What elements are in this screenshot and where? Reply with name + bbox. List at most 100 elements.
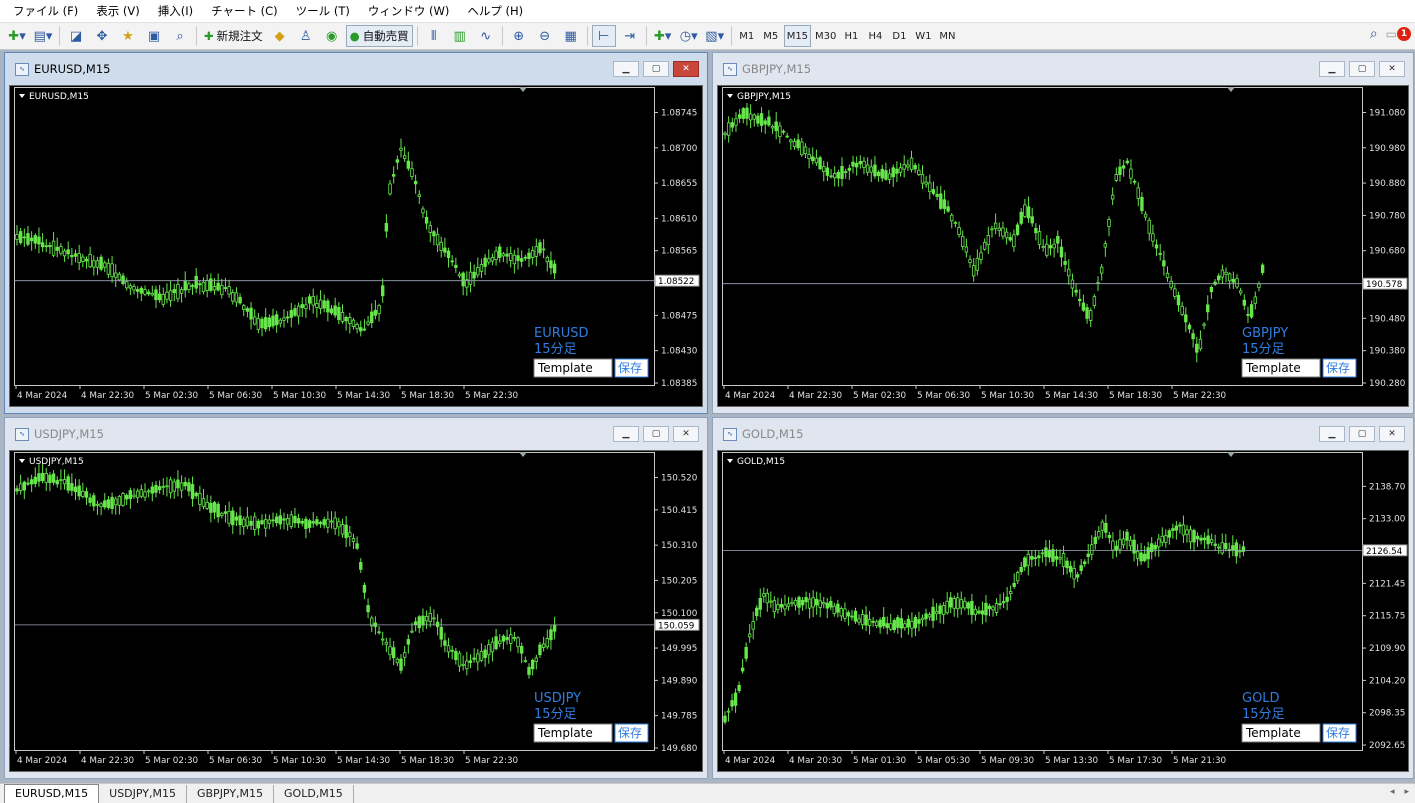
- tile-windows-icon[interactable]: ▦: [559, 25, 583, 47]
- tab-gold[interactable]: GOLD,M15: [274, 785, 354, 803]
- line-chart-icon[interactable]: ∿: [474, 25, 498, 47]
- chart-window-gold[interactable]: ∿ GOLD,M15 ▁ ▢ ✕ GOLD,M15 2138.70 2133.00 2…: [712, 417, 1414, 779]
- new-order-button[interactable]: ✚ 新規注文: [201, 25, 266, 47]
- candle-body: [889, 623, 893, 630]
- price-chart[interactable]: GOLD,M15 2138.70 2133.00 2121.45 2115.75 2109…: [718, 451, 1412, 775]
- timeframe-h1[interactable]: H1: [840, 25, 862, 47]
- window-titlebar[interactable]: ∿ GBPJPY,M15 ▁ ▢ ✕: [713, 53, 1413, 85]
- chart-shift-marker[interactable]: [519, 452, 527, 457]
- minimize-button[interactable]: ▁: [1319, 61, 1345, 77]
- metaeditor-icon[interactable]: ◆: [268, 25, 292, 47]
- zoom-out-icon[interactable]: ⊖: [533, 25, 557, 47]
- chart-shift-marker[interactable]: [1227, 452, 1235, 457]
- chart-window-usdjpy[interactable]: ∿ USDJPY,M15 ▁ ▢ ✕ USDJPY,M15 150.520 150.…: [4, 417, 708, 779]
- chart-shift-marker[interactable]: [1227, 87, 1235, 92]
- window-titlebar[interactable]: ∿ USDJPY,M15 ▁ ▢ ✕: [5, 418, 707, 450]
- menu-chart[interactable]: チャート (C): [202, 0, 287, 22]
- search-icon[interactable]: ⌕: [1370, 26, 1378, 42]
- menu-insert[interactable]: 挿入(I): [149, 0, 202, 22]
- maximize-button[interactable]: ▢: [643, 61, 669, 77]
- chart-area[interactable]: EURUSD,M15 1.08745 1.08700 1.08655 1.08610 1.…: [9, 85, 703, 407]
- candle-body: [774, 121, 778, 132]
- current-price-label: 150.059: [658, 621, 694, 631]
- menu-tools[interactable]: ツール (T): [287, 0, 359, 22]
- candle-body: [530, 659, 535, 670]
- chart-menu-icon[interactable]: [727, 94, 733, 98]
- chart-window-eurusd[interactable]: ∿ EURUSD,M15 ▁ ▢ ✕ EURUSD,M15 1.08745 1.08…: [4, 52, 708, 414]
- candle-body: [1132, 180, 1137, 183]
- chart-menu-icon[interactable]: [19, 459, 25, 463]
- candle-body: [1118, 539, 1122, 550]
- window-titlebar[interactable]: ∿ EURUSD,M15 ▁ ▢ ✕: [5, 53, 707, 85]
- candle-body: [1209, 539, 1214, 543]
- market-watch-icon[interactable]: ◪: [64, 25, 88, 47]
- timeframe-m1[interactable]: M1: [736, 25, 758, 47]
- chart-area[interactable]: USDJPY,M15 150.520 150.415 150.310 150.205 15…: [9, 450, 703, 772]
- timeframe-m30[interactable]: M30: [813, 25, 838, 47]
- candle-body: [384, 641, 389, 645]
- candle-body: [454, 264, 458, 268]
- chart-shift-icon[interactable]: ⊢: [591, 25, 616, 47]
- candle-body: [413, 621, 418, 625]
- menu-file[interactable]: ファイル (F): [4, 0, 87, 22]
- candle-body: [1158, 253, 1162, 255]
- zoom-in-icon[interactable]: ⊕: [507, 25, 531, 47]
- templates-icon[interactable]: ▧▾: [703, 25, 727, 47]
- candle-body: [168, 290, 173, 301]
- candlestick-icon[interactable]: ▥: [448, 25, 472, 47]
- chart-area[interactable]: GBPJPY,M15 191.080 190.980 190.880 190.780 19…: [717, 85, 1409, 407]
- close-button[interactable]: ✕: [1379, 61, 1405, 77]
- timeframe-m15[interactable]: M15: [783, 25, 812, 47]
- candle-body: [519, 258, 524, 262]
- minimize-button[interactable]: ▁: [613, 426, 639, 442]
- new-chart-icon[interactable]: ✚ ▾: [5, 25, 29, 47]
- candle-body: [285, 518, 290, 525]
- chart-menu-icon[interactable]: [727, 459, 733, 463]
- timeframe-h4[interactable]: H4: [864, 25, 886, 47]
- timeframe-m5[interactable]: M5: [760, 25, 782, 47]
- candle-body: [157, 486, 162, 491]
- auto-trading-button[interactable]: ● 自動売買: [345, 25, 413, 47]
- tab-eurusd[interactable]: EURUSD,M15: [4, 784, 100, 803]
- tab-scroll-left-icon[interactable]: ◂: [1390, 787, 1395, 797]
- maximize-button[interactable]: ▢: [1349, 61, 1375, 77]
- strategy-tester-icon[interactable]: ⌕: [168, 25, 192, 47]
- tab-scroll-right-icon[interactable]: ▸: [1404, 787, 1409, 797]
- timeframe-w1[interactable]: W1: [912, 25, 934, 47]
- navigator-icon[interactable]: ★: [116, 25, 140, 47]
- close-button[interactable]: ✕: [673, 61, 699, 77]
- notification-icon[interactable]: ▭ 1: [1386, 27, 1411, 41]
- tab-gbpjpy[interactable]: GBPJPY,M15: [187, 785, 275, 803]
- bar-chart-icon[interactable]: ⫴: [422, 25, 446, 47]
- price-chart[interactable]: GBPJPY,M15191.080190.980190.880190.78019…: [718, 86, 1412, 410]
- menu-view[interactable]: 表示 (V): [87, 0, 149, 22]
- vps-icon[interactable]: ◉: [320, 25, 344, 47]
- price-chart[interactable]: EURUSD,M151.087451.087001.086551.086101.…: [10, 86, 704, 410]
- maximize-button[interactable]: ▢: [1349, 426, 1375, 442]
- crosshair-icon[interactable]: ✥: [90, 25, 114, 47]
- tab-usdjpy[interactable]: USDJPY,M15: [99, 785, 187, 803]
- chart-window-gbpjpy[interactable]: ∿ GBPJPY,M15 ▁ ▢ ✕ GBPJPY,M15 191.080 190.…: [712, 52, 1414, 414]
- timeframe-d1[interactable]: D1: [888, 25, 910, 47]
- close-button[interactable]: ✕: [1379, 426, 1405, 442]
- signals-icon[interactable]: ♙: [294, 25, 318, 47]
- price-chart[interactable]: USDJPY,M15150.520150.415150.310150.20515…: [10, 451, 704, 775]
- close-button[interactable]: ✕: [673, 426, 699, 442]
- minimize-button[interactable]: ▁: [1319, 426, 1345, 442]
- indicators-icon[interactable]: ✚ ▾: [651, 25, 675, 47]
- minimize-button[interactable]: ▁: [613, 61, 639, 77]
- terminal-icon[interactable]: ▣: [142, 25, 166, 47]
- chart-area[interactable]: GOLD,M15 2138.70 2133.00 2121.45 2115.75 2109…: [717, 450, 1409, 772]
- time-tick-label: 5 Mar 02:30: [145, 391, 199, 401]
- autoscroll-icon[interactable]: ⇥: [618, 25, 642, 47]
- window-titlebar[interactable]: ∿ GOLD,M15 ▁ ▢ ✕: [713, 418, 1413, 450]
- profiles-icon[interactable]: ▤▾: [31, 25, 55, 47]
- menu-window[interactable]: ウィンドウ (W): [359, 0, 459, 22]
- maximize-button[interactable]: ▢: [643, 426, 669, 442]
- chart-menu-icon[interactable]: [19, 94, 25, 98]
- menu-help[interactable]: ヘルプ (H): [458, 0, 532, 22]
- timeframe-mn[interactable]: MN: [936, 25, 958, 47]
- chart-shift-marker[interactable]: [519, 87, 527, 92]
- periods-icon[interactable]: ◷▾: [677, 25, 701, 47]
- candle-body: [892, 620, 896, 631]
